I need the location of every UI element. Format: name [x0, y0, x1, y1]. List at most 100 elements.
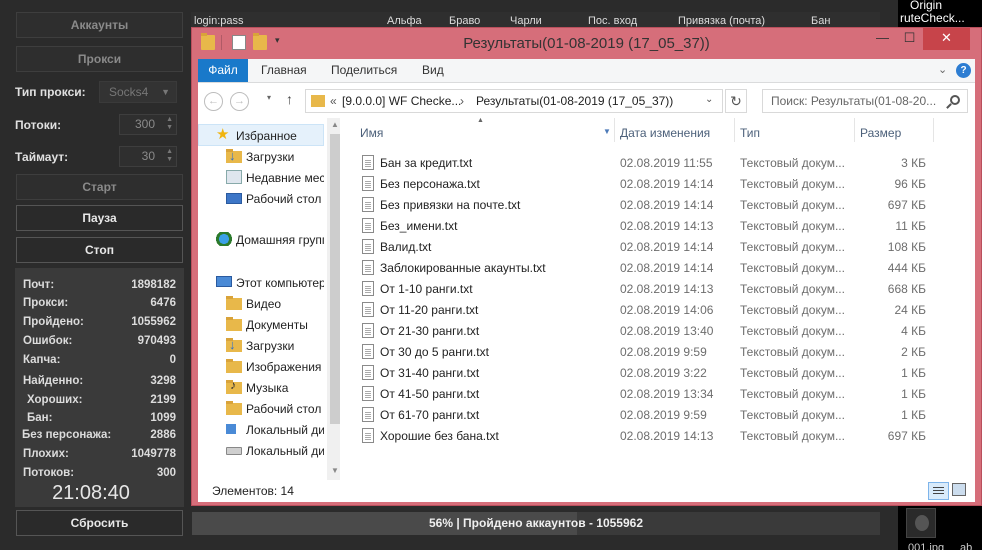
maximize-button[interactable]: ☐ — [896, 28, 923, 50]
window-title: ruteCheck... — [900, 11, 965, 25]
column-header-date[interactable]: Дата изменения — [620, 126, 710, 140]
refresh-button[interactable]: ↻ — [725, 89, 747, 113]
chevron-down-icon[interactable]: ⌄ — [938, 63, 947, 76]
nav-item-downloads[interactable]: Загрузки — [198, 147, 324, 167]
file-row[interactable]: От 1-10 ранги.txt 02.08.2019 14:13 Текстов… — [344, 278, 944, 299]
column-header[interactable]: Браво — [449, 15, 480, 27]
nav-item-recent[interactable]: Недавние места — [198, 168, 324, 188]
back-button[interactable]: ← — [204, 92, 223, 111]
nav-item-local-disk[interactable]: Локальный диск — [198, 420, 324, 440]
search-placeholder: Поиск: Результаты(01-08-20... — [771, 94, 937, 108]
star-icon: ★ — [216, 126, 230, 143]
column-header[interactable]: Пос. вход — [588, 15, 637, 27]
column-header-name[interactable]: Имя — [360, 126, 383, 140]
file-row[interactable]: Без персонажа.txt 02.08.2019 14:14 Текстов… — [344, 173, 944, 194]
up-arrow-icon[interactable]: ↑ — [286, 91, 293, 107]
file-row[interactable]: От 61-70 ранги.txt 02.08.2019 9:59 Текстов… — [344, 404, 944, 425]
threads-stepper[interactable]: 300 ▲ ▼ — [119, 114, 177, 135]
file-row[interactable]: Без_имени.txt 02.08.2019 14:13 Текстовый д… — [344, 215, 944, 236]
nav-item-homegroup[interactable]: Домашняя группа — [198, 230, 324, 250]
nav-item-downloads[interactable]: Загрузки — [198, 336, 324, 356]
column-header[interactable]: Чарли — [510, 15, 542, 27]
breadcrumb[interactable]: [9.0.0.0] WF Checke... — [342, 94, 461, 108]
pause-button[interactable]: Пауза — [16, 205, 183, 231]
nav-item-pictures[interactable]: Изображения — [198, 357, 324, 377]
help-icon[interactable]: ? — [956, 63, 971, 78]
scrollbar-thumb[interactable] — [330, 134, 340, 424]
column-divider[interactable] — [734, 118, 735, 142]
tab-file[interactable]: Файл — [198, 59, 248, 82]
nav-item-videos[interactable]: Видео — [198, 294, 324, 314]
proxy-type-select[interactable]: Socks4 ▼ — [99, 81, 177, 103]
stop-button[interactable]: Стоп — [16, 237, 183, 263]
proxy-type-value: Socks4 — [109, 85, 149, 99]
chevron-down-icon[interactable]: ▼ — [331, 466, 339, 475]
file-row[interactable]: От 11-20 ранги.txt 02.08.2019 14:06 Тексто… — [344, 299, 944, 320]
nav-item-documents[interactable]: Документы — [198, 315, 324, 335]
file-row[interactable]: От 30 до 5 ранги.txt 02.08.2019 9:59 Текст… — [344, 341, 944, 362]
close-button[interactable]: ✕ — [923, 28, 970, 50]
recent-locations-icon[interactable]: ▾ — [267, 93, 271, 102]
nav-item-music[interactable]: Музыка — [198, 378, 324, 398]
spin-arrows-icon[interactable]: ▲ ▼ — [166, 148, 173, 164]
start-button[interactable]: Старт — [16, 174, 183, 200]
reset-button[interactable]: Сбросить — [16, 510, 183, 536]
nav-scrollbar[interactable]: ▲ ▼ — [327, 118, 340, 480]
file-row[interactable]: Заблокированные акаунты.txt 02.08.2019 14… — [344, 257, 944, 278]
breadcrumb[interactable]: Результаты(01-08-2019 (17_05_37)) — [476, 94, 673, 108]
proxies-button[interactable]: Прокси — [16, 46, 183, 72]
column-header[interactable]: login:pass — [194, 15, 244, 27]
file-row[interactable]: Без привязки на почте.txt 02.08.2019 14:1… — [344, 194, 944, 215]
nav-item-desktop[interactable]: Рабочий стол — [198, 189, 324, 209]
search-input[interactable]: Поиск: Результаты(01-08-20... — [762, 89, 968, 113]
large-icons-view-icon[interactable] — [952, 483, 966, 496]
file-row[interactable]: От 31-40 ранги.txt 02.08.2019 3:22 Текстов… — [344, 362, 944, 383]
spin-arrows-icon[interactable]: ▲ ▼ — [166, 116, 173, 132]
column-header[interactable]: Бан — [811, 15, 830, 27]
computer-icon — [216, 276, 232, 287]
address-bar[interactable]: « [9.0.0.0] WF Checke... › Результаты(01… — [305, 89, 723, 113]
nav-item-local-disk[interactable]: Локальный диск — [198, 441, 324, 461]
stat-row: Без персонажа: 2886 — [22, 429, 176, 441]
tab-home[interactable]: Главная — [261, 59, 307, 82]
nav-item-desktop[interactable]: Рабочий стол — [198, 399, 324, 419]
nav-item-this-pc[interactable]: Этот компьютер — [198, 273, 324, 293]
file-row[interactable]: Валид.txt 02.08.2019 14:14 Текстовый докум… — [344, 236, 944, 257]
chevron-down-icon[interactable]: ⌄ — [705, 94, 713, 105]
timeout-stepper[interactable]: 30 ▲ ▼ — [119, 146, 177, 167]
navigation-pane: ★Избранное Загрузки Недавние места Рабоч… — [198, 118, 340, 480]
breadcrumb-separator[interactable]: › — [460, 94, 464, 108]
desktop-icon — [226, 193, 242, 204]
chevron-up-icon[interactable]: ▲ — [331, 120, 339, 129]
column-header[interactable]: Привязка (почта) — [678, 15, 765, 27]
image-thumbnail[interactable] — [906, 508, 936, 538]
column-divider[interactable] — [933, 118, 934, 142]
file-row[interactable]: Бан за кредит.txt 02.08.2019 11:55 Текстов… — [344, 152, 944, 173]
threads-value: 300 — [134, 117, 155, 131]
column-header[interactable]: Альфа — [387, 15, 422, 27]
column-header-type[interactable]: Тип — [740, 126, 760, 140]
chevron-down-icon[interactable]: ▼ — [603, 127, 611, 136]
search-icon[interactable] — [950, 95, 960, 105]
nav-item-favorites[interactable]: ★ Избранное — [198, 126, 324, 146]
text-file-icon — [362, 176, 374, 191]
thumbnail-label: 001.jpg — [908, 542, 945, 550]
file-row[interactable]: От 21-30 ранги.txt 02.08.2019 13:40 Тексто… — [344, 320, 944, 341]
details-view-icon[interactable] — [928, 482, 949, 500]
folder-icon — [226, 296, 242, 310]
column-divider[interactable] — [614, 118, 615, 142]
forward-button[interactable]: → — [230, 92, 249, 111]
tab-view[interactable]: Вид — [422, 59, 444, 82]
column-header-size[interactable]: Размер — [860, 126, 901, 140]
file-row[interactable]: От 41-50 ранги.txt 02.08.2019 13:34 Тексто… — [344, 383, 944, 404]
text-file-icon — [362, 323, 374, 338]
title-bar[interactable]: ▾ Результаты(01-08-2019 (17_05_37)) — ☐ … — [192, 28, 981, 59]
breadcrumb-overflow[interactable]: « — [330, 94, 337, 108]
accounts-button[interactable]: Аккаунты — [16, 12, 183, 38]
stat-row: Найденно: 3298 — [23, 375, 176, 387]
windows-drive-icon — [226, 424, 236, 434]
minimize-button[interactable]: — — [869, 28, 896, 50]
column-divider[interactable] — [854, 118, 855, 142]
tab-share[interactable]: Поделиться — [331, 59, 397, 82]
file-row[interactable]: Хорошие без бана.txt 02.08.2019 14:13 Текс… — [344, 425, 944, 446]
